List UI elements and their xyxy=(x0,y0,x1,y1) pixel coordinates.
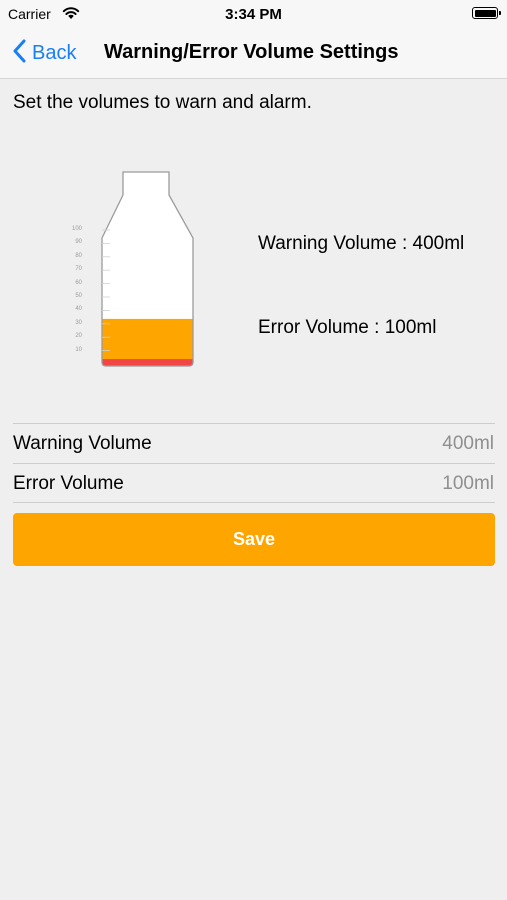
back-label: Back xyxy=(32,41,77,64)
error-volume-label: Error Volume xyxy=(13,473,124,494)
instruction-text: Set the volumes to warn and alarm. xyxy=(13,92,312,113)
back-button[interactable]: Back xyxy=(12,38,76,68)
warning-volume-label: Warning Volume xyxy=(13,433,152,454)
bottle-icon xyxy=(101,171,194,367)
warning-volume-row[interactable]: Warning Volume 400ml xyxy=(13,423,495,463)
bottle-illustration: 100 90 80 70 60 50 40 30 20 10 xyxy=(62,168,202,373)
page-title: Warning/Error Volume Settings xyxy=(104,41,399,63)
navigation-bar: Back Warning/Error Volume Settings xyxy=(0,28,507,79)
save-button[interactable]: Save xyxy=(13,513,495,566)
error-volume-row[interactable]: Error Volume 100ml xyxy=(13,463,495,503)
status-time: 3:34 PM xyxy=(225,6,282,23)
warning-volume-value[interactable]: 400ml xyxy=(442,433,494,455)
volume-settings-table: Warning Volume 400ml Error Volume 100ml xyxy=(13,423,495,503)
battery-icon xyxy=(472,7,501,19)
warning-volume-info: Warning Volume : 400ml xyxy=(258,233,465,254)
error-volume-value[interactable]: 100ml xyxy=(442,473,494,495)
error-volume-info: Error Volume : 100ml xyxy=(258,317,437,338)
status-bar: Carrier 3:34 PM xyxy=(0,0,507,28)
chevron-left-icon xyxy=(12,39,26,68)
